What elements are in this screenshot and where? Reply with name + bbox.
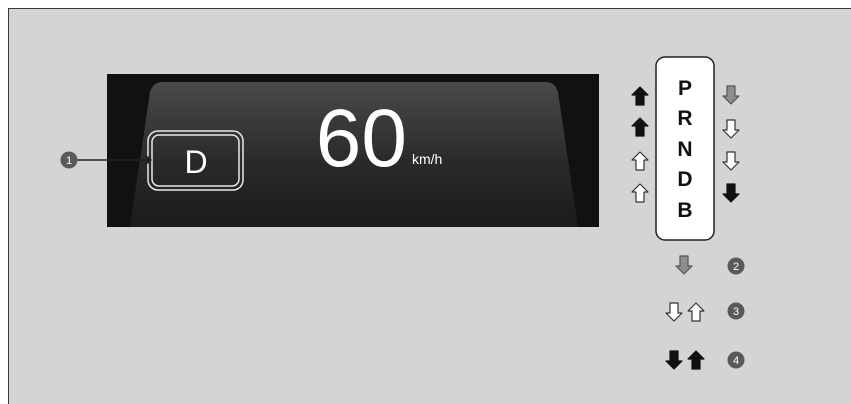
instrument-display: D 60 km/h: [107, 74, 599, 227]
gear-selector-position-r: R: [677, 107, 692, 130]
gear-selector-position-d: D: [677, 168, 692, 191]
gear-selector-position-p: P: [678, 77, 692, 100]
gear-selector-position-b: B: [677, 199, 692, 222]
legend-number-4: 4: [733, 355, 739, 367]
gear-selector: PRNDB: [655, 56, 715, 241]
downshift-arrow-p-icon: [722, 85, 740, 105]
speed-value: 60: [316, 93, 407, 184]
legend-arrow-white-up-icon: [687, 302, 705, 322]
upshift-arrow-d-icon: [631, 183, 649, 203]
downshift-arrow-d-icon: [722, 183, 740, 203]
upshift-arrow-p-icon: [631, 86, 649, 106]
gear-position-indicator: D: [184, 144, 207, 180]
downshift-arrow-r-icon: [722, 119, 740, 139]
legend-arrow-dark-up-icon: [687, 350, 705, 370]
gear-selector-position-n: N: [677, 138, 692, 161]
downshift-arrow-n-icon: [722, 151, 740, 171]
legend-arrow-gray-down-icon: [675, 255, 693, 275]
shift-indicator-diagram: D 60 km/h 1 PRNDB 2 3 4: [60, 56, 745, 370]
upshift-arrow-r-icon: [631, 117, 649, 137]
callout-number: 1: [66, 155, 72, 167]
upshift-arrow-n-icon: [631, 151, 649, 171]
legend-arrow-dark-down-icon: [665, 350, 683, 370]
speed-unit: km/h: [412, 151, 442, 167]
legend-number-2: 2: [733, 261, 739, 273]
legend: 2 3 4: [727, 257, 745, 369]
legend-arrow-white-down-icon: [665, 302, 683, 322]
legend-number-3: 3: [733, 306, 739, 318]
